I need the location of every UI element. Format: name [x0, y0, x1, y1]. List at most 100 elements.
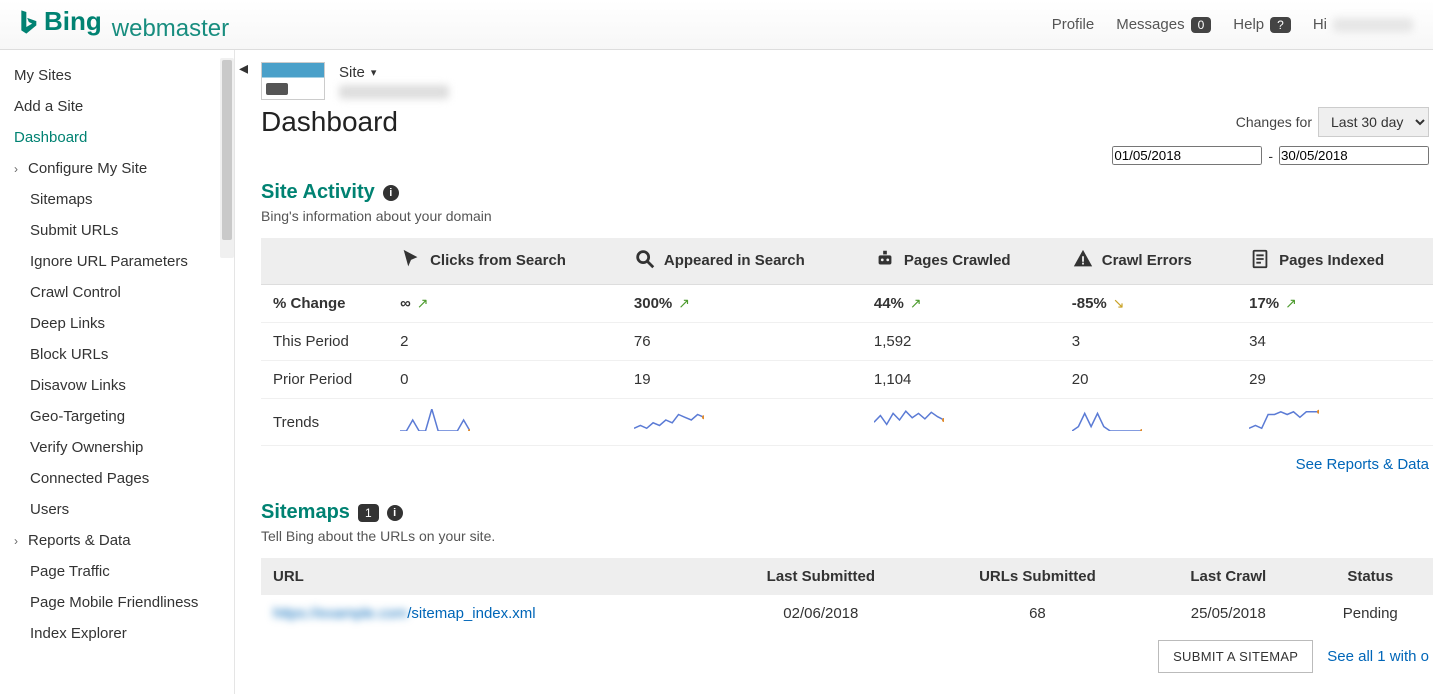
sidebar-item[interactable]: Dashboard — [0, 122, 234, 153]
sidebar-item-label: Reports & Data — [28, 532, 131, 549]
chevron-down-icon: ▾ — [371, 66, 377, 79]
nav-hi[interactable]: Hi — [1313, 16, 1413, 33]
site-dropdown[interactable]: Site ▾ — [339, 64, 449, 81]
nav-help[interactable]: Help ? — [1233, 16, 1291, 33]
col-indexed[interactable]: Pages Indexed — [1237, 238, 1433, 285]
sitemap-row[interactable]: https://example.com/sitemap_index.xml 02… — [261, 595, 1433, 632]
nav-help-label: Help — [1233, 16, 1264, 33]
sidebar-item-label: Configure My Site — [28, 160, 147, 177]
sitemaps-sub: Tell Bing about the URLs on your site. — [261, 528, 1433, 544]
sidebar-item[interactable]: Verify Ownership — [0, 432, 234, 463]
cursor-icon — [400, 257, 422, 274]
sitemaps-title: Sitemaps — [261, 501, 350, 524]
sm-lastsub: 02/06/2018 — [716, 595, 926, 632]
chevron-right-icon: › — [14, 162, 24, 176]
col-crawled[interactable]: Pages Crawled — [862, 238, 1060, 285]
sidebar-item[interactable]: Deep Links — [0, 308, 234, 339]
sidebar-item[interactable]: Page Traffic — [0, 556, 234, 587]
arrow-down-icon: ↘ — [1113, 295, 1125, 311]
activity-cell: 0 — [388, 361, 622, 399]
sidebar-item-label: Deep Links — [30, 315, 105, 332]
sm-col-lastcrawl: Last Crawl — [1149, 558, 1307, 595]
sidebar-item[interactable]: Page Mobile Friendliness — [0, 587, 234, 618]
sidebar-item-label: Index Explorer — [30, 625, 127, 642]
sparkline — [634, 409, 704, 431]
sidebar-item[interactable]: Geo-Targeting — [0, 401, 234, 432]
nav-profile[interactable]: Profile — [1052, 16, 1095, 33]
nav-messages[interactable]: Messages 0 — [1116, 16, 1211, 33]
sitemap-url-link[interactable]: https://example.com/sitemap_index.xml — [273, 605, 536, 622]
sidebar-item[interactable]: Add a Site — [0, 91, 234, 122]
col-clicks[interactable]: Clicks from Search — [388, 238, 622, 285]
brand-sub-text: webmaster — [112, 15, 229, 43]
sm-col-url: URL — [261, 558, 716, 595]
sidebar-item[interactable]: Block URLs — [0, 339, 234, 370]
warning-icon — [1072, 257, 1094, 274]
date-from-input[interactable] — [1112, 146, 1262, 165]
changes-for-select[interactable]: Last 30 day — [1318, 107, 1429, 137]
sidebar-item[interactable]: Users — [0, 494, 234, 525]
sidebar-item-label: Page Mobile Friendliness — [30, 594, 198, 611]
row-label: This Period — [261, 323, 388, 361]
nav-messages-count: 0 — [1191, 17, 1212, 33]
sidebar-collapse-handle[interactable]: ◂ — [239, 58, 248, 79]
sidebar-item[interactable]: Sitemaps — [0, 184, 234, 215]
sidebar-item[interactable]: › Configure My Site — [0, 153, 234, 184]
col-errors[interactable]: Crawl Errors — [1060, 238, 1237, 285]
search-icon — [634, 257, 656, 274]
sidebar: My Sites Add a SiteDashboard › Configure My… — [0, 50, 234, 694]
activity-cell — [1060, 399, 1237, 446]
info-icon[interactable]: i — [383, 185, 399, 201]
sidebar-item-label: Page Traffic — [30, 563, 110, 580]
activity-cell: 1,592 — [862, 323, 1060, 361]
activity-cell: 17%↗ — [1237, 285, 1433, 323]
sidebar-item[interactable]: Submit URLs — [0, 215, 234, 246]
sidebar-item[interactable]: ›Reports & Data — [0, 525, 234, 556]
sm-status: Pending — [1308, 595, 1433, 632]
info-icon[interactable]: i — [387, 505, 403, 521]
nav-hi-label: Hi — [1313, 16, 1327, 33]
brand[interactable]: Bing webmaster — [18, 6, 229, 43]
sidebar-item-label: Disavow Links — [30, 377, 126, 394]
date-to-input[interactable] — [1279, 146, 1429, 165]
activity-cell: 20 — [1060, 361, 1237, 399]
sm-urlssub: 68 — [926, 595, 1149, 632]
sidebar-wrap: My Sites Add a SiteDashboard › Configure My… — [0, 50, 235, 694]
sidebar-item[interactable]: My Sites — [0, 60, 234, 91]
site-activity-sub: Bing's information about your domain — [261, 208, 1433, 224]
nav-help-badge: ? — [1270, 17, 1291, 33]
see-all-sitemaps-link[interactable]: See all 1 with o — [1327, 648, 1429, 665]
activity-row: This Period2761,592334 — [261, 323, 1433, 361]
sidebar-item[interactable]: Connected Pages — [0, 463, 234, 494]
activity-cell — [1237, 399, 1433, 446]
activity-row: % Change∞↗300%↗44%↗-85%↘17%↗ — [261, 285, 1433, 323]
activity-cell: 34 — [1237, 323, 1433, 361]
nav-messages-label: Messages — [1116, 16, 1184, 33]
main: Site ▾ Dashboard Changes for Last 30 day… — [235, 50, 1433, 694]
robot-icon — [874, 257, 896, 274]
activity-cell: 1,104 — [862, 361, 1060, 399]
activity-cell: -85%↘ — [1060, 285, 1237, 323]
sidebar-item-label: My Sites — [14, 67, 72, 84]
see-reports-link[interactable]: See Reports & Data — [1296, 456, 1429, 473]
sidebar-item-label: Ignore URL Parameters — [30, 253, 188, 270]
sidebar-item[interactable]: Ignore URL Parameters — [0, 246, 234, 277]
sidebar-item-label: Crawl Control — [30, 284, 121, 301]
arrow-up-icon: ↗ — [910, 295, 922, 311]
topbar: Bing webmaster Profile Messages 0 Help ?… — [0, 0, 1433, 50]
site-header: Site ▾ — [261, 62, 1433, 100]
sidebar-item[interactable]: Crawl Control — [0, 277, 234, 308]
layout: My Sites Add a SiteDashboard › Configure My… — [0, 50, 1433, 694]
col-appeared[interactable]: Appeared in Search — [622, 238, 862, 285]
submit-sitemap-button[interactable]: SUBMIT A SITEMAP — [1158, 640, 1313, 673]
activity-row: Trends — [261, 399, 1433, 446]
sidebar-scrollbar[interactable] — [220, 58, 234, 258]
sidebar-item[interactable]: Index Explorer — [0, 618, 234, 649]
sidebar-item[interactable]: Disavow Links — [0, 370, 234, 401]
site-thumbnail[interactable] — [261, 62, 325, 100]
sidebar-item-label: Geo-Targeting — [30, 408, 125, 425]
activity-cell: ∞↗ — [388, 285, 622, 323]
activity-cell: 2 — [388, 323, 622, 361]
row-label: Trends — [261, 399, 388, 446]
sparkline — [874, 409, 944, 431]
